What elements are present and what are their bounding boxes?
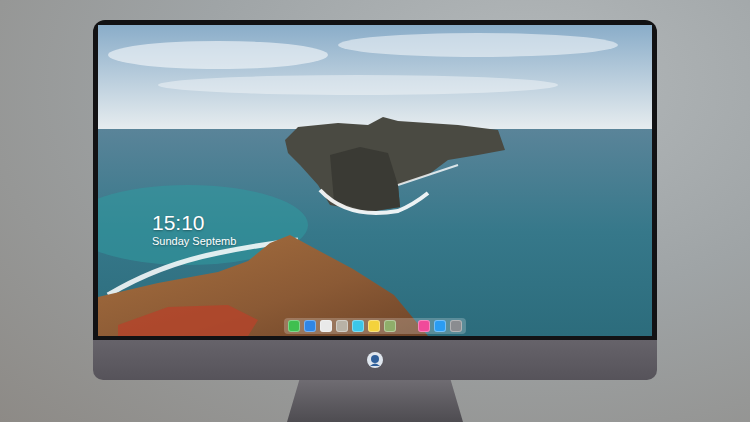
wallpaper [98,25,652,336]
app-icon[interactable] [418,320,430,332]
brand-logo-icon [366,351,384,369]
clock-time: 15:10 [152,211,236,234]
desktop-mockup: 15:10Sunday Septemb [0,0,750,422]
app-icon[interactable] [352,320,364,332]
dock [284,318,466,334]
app-icon[interactable] [368,320,380,332]
clock-date: Sunday Septemb [152,234,236,248]
monitor-stand [287,380,463,422]
app-icon[interactable] [288,320,300,332]
app-icon[interactable] [320,320,332,332]
app-icon[interactable] [336,320,348,332]
app-icon[interactable] [304,320,316,332]
lock-clock: 15:10Sunday Septemb [152,211,236,248]
screen: 15:10Sunday Septemb [98,25,652,336]
app-icon[interactable] [384,320,396,332]
app-icon[interactable] [434,320,446,332]
monitor-chin [93,340,657,380]
monitor-bezel: 15:10Sunday Septemb [93,20,657,340]
monitor: 15:10Sunday Septemb [93,20,657,380]
app-icon[interactable] [450,320,462,332]
